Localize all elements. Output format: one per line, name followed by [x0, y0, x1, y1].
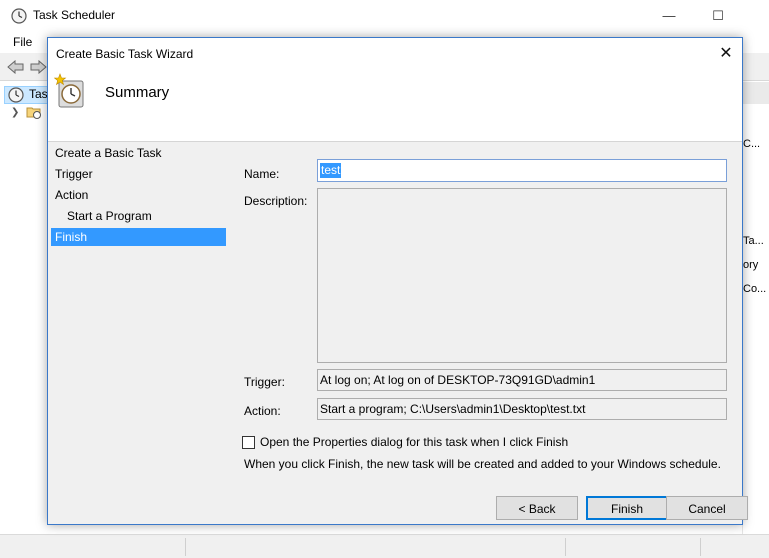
- folder-clock-icon: [26, 104, 42, 120]
- action-field: Start a program; C:\Users\admin1\Desktop…: [317, 398, 727, 420]
- tree-root-label: Tas: [29, 87, 48, 101]
- minimize-button[interactable]: —: [646, 0, 692, 31]
- clock-icon: [8, 87, 24, 103]
- step-trigger[interactable]: Trigger: [51, 165, 226, 183]
- create-basic-task-dialog: Create Basic Task Wizard ✕ Summary Creat…: [47, 37, 748, 525]
- description-field[interactable]: [317, 188, 727, 363]
- menu-file[interactable]: File: [13, 35, 32, 49]
- cancel-button[interactable]: Cancel: [666, 496, 748, 520]
- close-button[interactable]: ✕: [712, 43, 740, 65]
- actions-item[interactable]: Ta...: [743, 235, 769, 247]
- step-action[interactable]: Action: [51, 186, 226, 204]
- maximize-button[interactable]: ☐: [695, 0, 741, 31]
- back-arrow-icon[interactable]: [7, 59, 25, 75]
- forward-arrow-icon[interactable]: [29, 59, 47, 75]
- task-wizard-icon: [53, 73, 86, 109]
- chevron-right-icon[interactable]: ❯: [11, 107, 19, 118]
- main-titlebar: Task Scheduler — ☐: [0, 0, 769, 31]
- back-button[interactable]: < Back: [496, 496, 578, 520]
- dialog-titlebar: Create Basic Task Wizard ✕: [48, 38, 742, 69]
- actions-pane-header: [743, 82, 769, 104]
- wizard-header: Summary: [48, 69, 742, 142]
- status-bar: [0, 534, 769, 558]
- open-properties-label[interactable]: Open the Properties dialog for this task…: [260, 435, 568, 449]
- finish-button[interactable]: Finish: [586, 496, 668, 520]
- dialog-title: Create Basic Task Wizard: [56, 47, 194, 61]
- trigger-label: Trigger:: [244, 375, 285, 389]
- status-divider: [565, 538, 566, 556]
- tree-pane: Tas ❯: [0, 82, 48, 534]
- action-label: Action:: [244, 404, 281, 418]
- trigger-field: At log on; At log on of DESKTOP-73Q91GD\…: [317, 369, 727, 391]
- finish-info-text: When you click Finish, the new task will…: [244, 457, 721, 471]
- open-properties-checkbox[interactable]: [242, 436, 255, 449]
- description-label: Description:: [244, 194, 308, 208]
- actions-item[interactable]: ory: [743, 259, 769, 271]
- step-finish[interactable]: Finish: [51, 228, 226, 246]
- name-field[interactable]: test: [317, 159, 727, 182]
- step-start-a-program[interactable]: Start a Program: [51, 207, 226, 225]
- actions-pane: C... Ta... ory Co...: [742, 82, 769, 534]
- actions-item[interactable]: Co...: [743, 283, 769, 295]
- name-field-value: test: [320, 163, 342, 178]
- wizard-page-title: Summary: [105, 84, 170, 101]
- status-divider: [185, 538, 186, 556]
- name-label: Name:: [244, 167, 280, 181]
- main-window-title: Task Scheduler: [33, 8, 116, 22]
- clock-icon: [11, 8, 27, 24]
- status-divider: [700, 538, 701, 556]
- step-create-basic-task[interactable]: Create a Basic Task: [51, 144, 226, 162]
- actions-item[interactable]: C...: [743, 138, 769, 150]
